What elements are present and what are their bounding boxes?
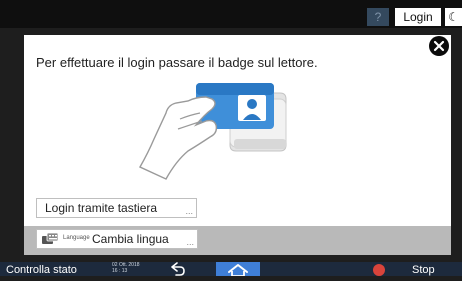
question-icon: ?	[374, 10, 382, 24]
home-icon	[228, 264, 248, 277]
more-indicator: ...	[185, 206, 193, 216]
stop-button[interactable]: Stop	[412, 264, 435, 276]
keyboard-login-button[interactable]: Login tramite tastiera ...	[36, 198, 197, 218]
login-instruction: Per effettuare il login passare il badge…	[36, 55, 318, 70]
top-bar	[0, 0, 462, 28]
home-button[interactable]	[216, 262, 260, 277]
change-language-button[interactable]: Language Cambia lingua ...	[36, 229, 198, 249]
keyboard-login-label: Login tramite tastiera	[45, 201, 158, 215]
moon-icon: ☾	[448, 10, 459, 24]
close-icon	[433, 40, 445, 52]
time-text: 16 : 13	[112, 268, 128, 274]
help-button[interactable]: ?	[367, 8, 389, 26]
more-indicator: ...	[186, 237, 194, 247]
badge-reader-illustration	[139, 83, 287, 180]
back-button[interactable]	[168, 262, 188, 276]
stop-icon[interactable]	[373, 264, 385, 276]
back-arrow-icon	[171, 262, 185, 276]
check-status-button[interactable]: Controlla stato	[6, 264, 77, 276]
change-language-label: Cambia lingua	[92, 232, 169, 246]
theme-toggle-button[interactable]: ☾	[445, 8, 462, 26]
date-time: 02 Ott. 2018 16 : 13	[112, 262, 140, 274]
login-button[interactable]: Login	[395, 8, 441, 26]
close-button[interactable]	[429, 36, 449, 56]
keyboard-language-icon	[42, 233, 59, 244]
language-small-label: Language	[63, 235, 90, 241]
